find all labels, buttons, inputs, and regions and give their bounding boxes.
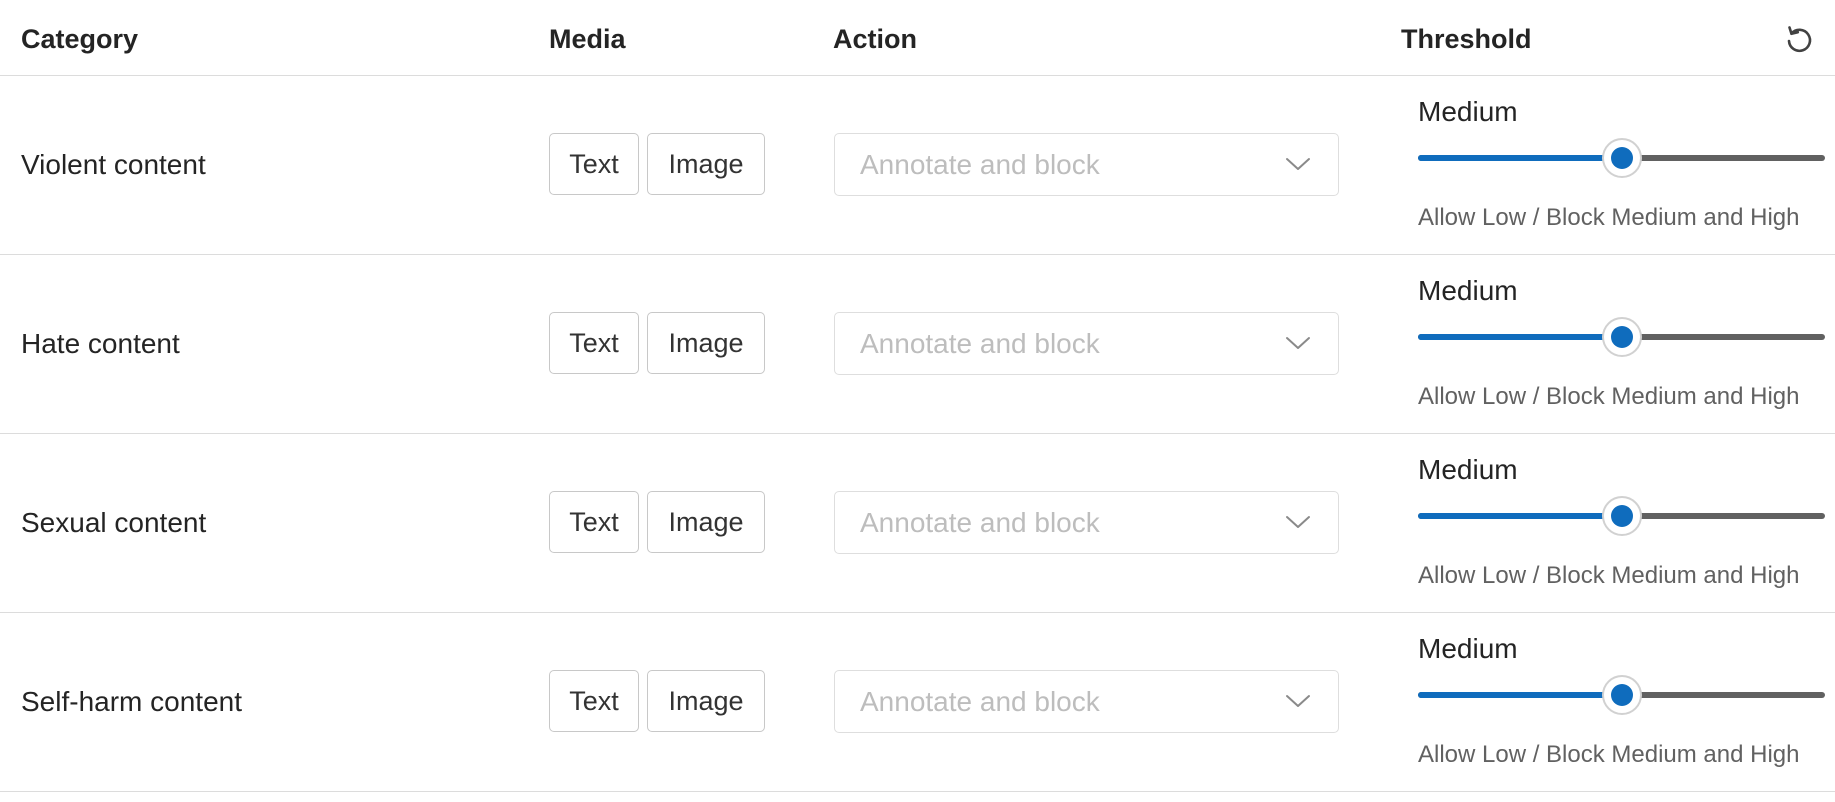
threshold-description: Allow Low / Block Medium and High (1418, 383, 1800, 410)
action-dropdown[interactable]: Annotate and block (834, 670, 1339, 733)
media-image-toggle[interactable]: Image (647, 133, 765, 195)
slider-fill (1418, 155, 1622, 161)
threshold-slider[interactable] (1418, 315, 1825, 359)
content-filter-table: Category Media Action Threshold Violent … (0, 0, 1835, 792)
category-label: Sexual content (21, 507, 207, 538)
threshold-slider[interactable] (1418, 494, 1825, 538)
media-image-toggle[interactable]: Image (647, 670, 765, 732)
category-label: Hate content (21, 328, 180, 359)
action-dropdown[interactable]: Annotate and block (834, 312, 1339, 375)
threshold-description: Allow Low / Block Medium and High (1418, 741, 1800, 768)
threshold-description: Allow Low / Block Medium and High (1418, 204, 1800, 231)
column-header-media[interactable]: Media (549, 24, 626, 55)
chevron-down-icon (1286, 158, 1310, 170)
slider-thumb[interactable] (1601, 138, 1642, 178)
threshold-level-label: Medium (1418, 96, 1518, 127)
chevron-down-icon (1286, 337, 1310, 349)
column-header-action[interactable]: Action (833, 24, 917, 55)
slider-fill (1418, 513, 1622, 519)
threshold-slider[interactable] (1418, 673, 1825, 717)
action-dropdown[interactable]: Annotate and block (834, 133, 1339, 196)
slider-fill (1418, 692, 1622, 698)
slider-thumb[interactable] (1601, 496, 1642, 536)
category-label: Self-harm content (21, 686, 242, 717)
media-image-toggle[interactable]: Image (647, 491, 765, 553)
threshold-slider[interactable] (1418, 136, 1825, 180)
table-row: Violent content Text Image Annotate and … (0, 76, 1835, 255)
threshold-level-label: Medium (1418, 633, 1518, 664)
threshold-level-label: Medium (1418, 275, 1518, 306)
column-header-threshold[interactable]: Threshold (1401, 24, 1532, 55)
reset-icon (1787, 26, 1812, 53)
slider-thumb[interactable] (1601, 317, 1642, 357)
action-dropdown-value: Annotate and block (860, 686, 1100, 717)
media-text-toggle[interactable]: Text (549, 133, 639, 195)
column-header-category[interactable]: Category (21, 24, 138, 55)
action-dropdown-value: Annotate and block (860, 507, 1100, 538)
category-label: Violent content (21, 149, 206, 180)
chevron-down-icon (1286, 695, 1310, 707)
chevron-down-icon (1286, 516, 1310, 528)
media-text-toggle[interactable]: Text (549, 670, 639, 732)
table-row: Self-harm content Text Image Annotate an… (0, 613, 1835, 792)
threshold-level-label: Medium (1418, 454, 1518, 485)
media-text-toggle[interactable]: Text (549, 312, 639, 374)
media-image-toggle[interactable]: Image (647, 312, 765, 374)
slider-fill (1418, 334, 1622, 340)
action-dropdown[interactable]: Annotate and block (834, 491, 1339, 554)
media-text-toggle[interactable]: Text (549, 491, 639, 553)
action-dropdown-value: Annotate and block (860, 149, 1100, 180)
slider-thumb[interactable] (1601, 675, 1642, 715)
reset-button[interactable] (1781, 22, 1817, 58)
table-row: Hate content Text Image Annotate and blo… (0, 255, 1835, 434)
table-row: Sexual content Text Image Annotate and b… (0, 434, 1835, 613)
table-header: Category Media Action Threshold (0, 0, 1835, 76)
action-dropdown-value: Annotate and block (860, 328, 1100, 359)
threshold-description: Allow Low / Block Medium and High (1418, 562, 1800, 589)
